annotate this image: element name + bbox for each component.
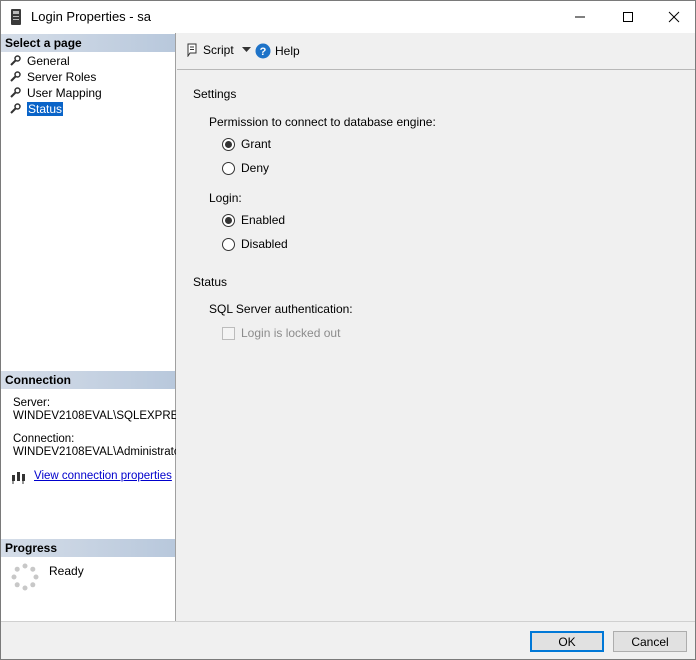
enabled-radio-button[interactable] [222, 213, 235, 227]
progress-status: Ready [49, 564, 84, 578]
toolbar: Script ? Help [177, 33, 695, 70]
connection-label: Connection: [13, 433, 75, 445]
page-item-user-mapping[interactable]: User Mapping [9, 85, 102, 100]
window-title: Login Properties - sa [31, 9, 151, 24]
page-item-label: User Mapping [27, 85, 102, 100]
wrench-icon [10, 102, 21, 114]
progress-spinner-icon [11, 563, 39, 591]
progress-header: Progress [1, 539, 175, 557]
maximize-icon [623, 12, 633, 22]
grant-radio-button[interactable] [222, 137, 235, 151]
deny-label: Deny [241, 161, 270, 175]
select-page-header: Select a page [1, 34, 175, 52]
grant-label: Grant [241, 137, 272, 151]
status-header: Status [193, 275, 228, 289]
maximize-button[interactable] [605, 1, 651, 33]
connection-value: WINDEV2108EVAL\Administrator [13, 446, 176, 458]
view-connection-properties-link[interactable]: View connection properties [34, 470, 172, 482]
close-button[interactable] [651, 1, 696, 33]
page-item-label: General [27, 53, 70, 68]
svg-text:?: ? [260, 46, 267, 58]
dialog-button-bar: OK Cancel [1, 621, 695, 659]
deny-radio[interactable]: Deny [222, 161, 269, 175]
app-icon [11, 9, 21, 25]
page-item-status[interactable]: Status [9, 101, 64, 116]
disabled-label: Disabled [241, 237, 288, 251]
settings-header: Settings [193, 87, 237, 101]
login-label: Login: [209, 191, 242, 205]
sql-auth-label: SQL Server authentication: [209, 302, 353, 316]
server-label: Server: [13, 397, 51, 409]
server-value: WINDEV2108EVAL\SQLEXPRES [13, 410, 176, 422]
enabled-label: Enabled [241, 213, 286, 227]
chevron-down-icon[interactable] [241, 47, 251, 53]
connection-properties-icon [12, 472, 25, 484]
connection-header: Connection [1, 371, 175, 389]
grant-radio[interactable]: Grant [222, 137, 271, 151]
locked-out-checkbox-row: Login is locked out [222, 326, 340, 340]
page-item-server-roles[interactable]: Server Roles [9, 69, 96, 84]
script-button[interactable]: Script [185, 43, 255, 57]
locked-out-label: Login is locked out [241, 326, 341, 340]
help-button[interactable]: ? Help [255, 43, 300, 59]
login-properties-dialog: Login Properties - sa Select a page Gene… [0, 0, 696, 660]
minimize-button[interactable] [557, 1, 603, 33]
help-label: Help [275, 44, 300, 58]
disabled-radio[interactable]: Disabled [222, 237, 288, 251]
page-item-general[interactable]: General [9, 53, 70, 68]
wrench-icon [10, 86, 21, 98]
wrench-icon [10, 54, 21, 66]
enabled-radio[interactable]: Enabled [222, 213, 285, 227]
script-icon [187, 43, 197, 57]
help-icon: ? [255, 43, 271, 59]
left-pane: Select a page General Server Roles User … [1, 33, 176, 621]
close-icon [668, 11, 680, 23]
ok-button[interactable]: OK [530, 631, 604, 652]
page-item-label: Status [27, 101, 64, 116]
minimize-icon [575, 16, 585, 18]
permission-label: Permission to connect to database engine… [209, 115, 436, 129]
status-page-content: Settings Permission to connect to databa… [177, 71, 695, 621]
page-item-label: Server Roles [27, 69, 97, 84]
deny-radio-button[interactable] [222, 161, 235, 175]
script-label: Script [203, 43, 234, 57]
locked-out-checkbox [222, 326, 235, 340]
wrench-icon [10, 70, 21, 82]
disabled-radio-button[interactable] [222, 237, 235, 251]
cancel-button[interactable]: Cancel [613, 631, 687, 652]
title-bar: Login Properties - sa [1, 1, 695, 33]
